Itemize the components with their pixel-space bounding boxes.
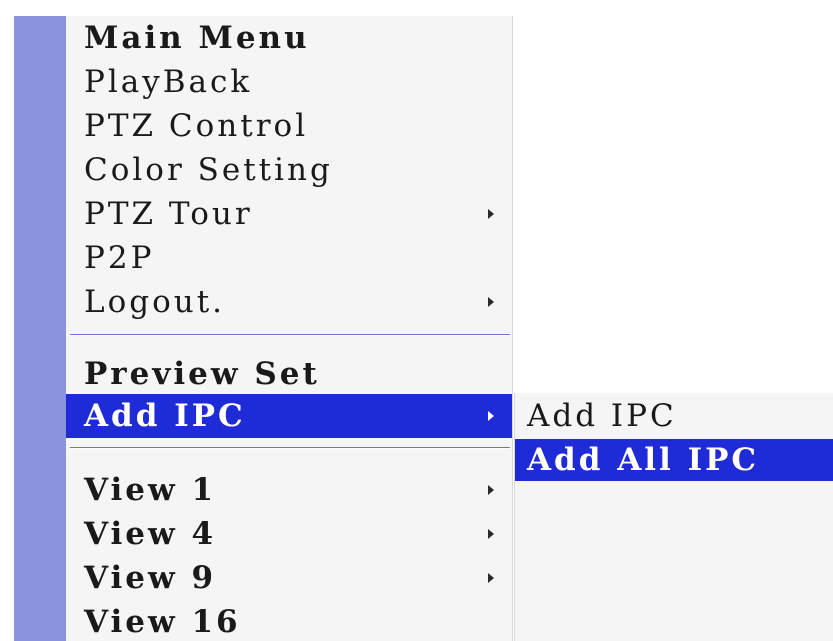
menu-item-ptz-tour[interactable]: PTZ Tour <box>66 192 512 236</box>
menu-item-color-setting[interactable]: Color Setting <box>66 148 512 192</box>
menu-item-label: Logout. <box>84 284 226 320</box>
menu-item-ptz-control[interactable]: PTZ Control <box>66 104 512 148</box>
menu-item-label: PTZ Control <box>84 108 309 144</box>
submenu-item-add-ipc[interactable]: Add IPC <box>515 395 833 437</box>
menu-item-label: View 9 <box>84 560 217 596</box>
menu-item-label: View 1 <box>84 472 217 508</box>
submenu-arrow-icon <box>488 529 494 539</box>
menu-item-view-4[interactable]: View 4 <box>66 512 512 556</box>
menu-divider <box>70 334 510 336</box>
menu-divider <box>70 447 510 449</box>
submenu-arrow-icon <box>488 297 494 307</box>
menu-item-label: Color Setting <box>84 152 333 188</box>
menu-item-label: PlayBack <box>84 64 253 100</box>
submenu-item-add-all-ipc[interactable]: Add All IPC <box>515 439 833 481</box>
menu-item-add-ipc[interactable]: Add IPC <box>66 394 512 438</box>
add-ipc-submenu: Add IPC Add All IPC <box>514 393 833 641</box>
menu-item-label: View 4 <box>84 516 217 552</box>
menu-item-label: Main Menu <box>84 20 310 56</box>
submenu-arrow-icon <box>488 411 494 421</box>
menu-item-view-1[interactable]: View 1 <box>66 468 512 512</box>
submenu-arrow-icon <box>488 573 494 583</box>
submenu-item-label: Add All IPC <box>527 442 760 478</box>
osd-screen: Main Menu PlayBack PTZ Control Color Set… <box>0 0 833 641</box>
menu-item-view-9[interactable]: View 9 <box>66 556 512 600</box>
menu-item-preview-set[interactable]: Preview Set <box>66 352 512 396</box>
submenu-item-label: Add IPC <box>527 398 677 434</box>
menu-item-logout[interactable]: Logout. <box>66 280 512 324</box>
context-menu: Main Menu PlayBack PTZ Control Color Set… <box>66 16 513 641</box>
menu-item-playback[interactable]: PlayBack <box>66 60 512 104</box>
menu-item-label: Add IPC <box>84 398 246 434</box>
menu-item-label: PTZ Tour <box>84 196 253 232</box>
side-stripe <box>14 16 66 641</box>
submenu-arrow-icon <box>488 209 494 219</box>
menu-item-label: P2P <box>84 240 155 276</box>
menu-item-view-16[interactable]: View 16 <box>66 600 512 641</box>
submenu-arrow-icon <box>488 485 494 495</box>
menu-item-label: View 16 <box>84 604 241 640</box>
menu-item-label: Preview Set <box>84 356 320 392</box>
left-side-strip <box>0 0 66 641</box>
menu-item-main-menu[interactable]: Main Menu <box>66 16 512 60</box>
menu-item-p2p[interactable]: P2P <box>66 236 512 280</box>
